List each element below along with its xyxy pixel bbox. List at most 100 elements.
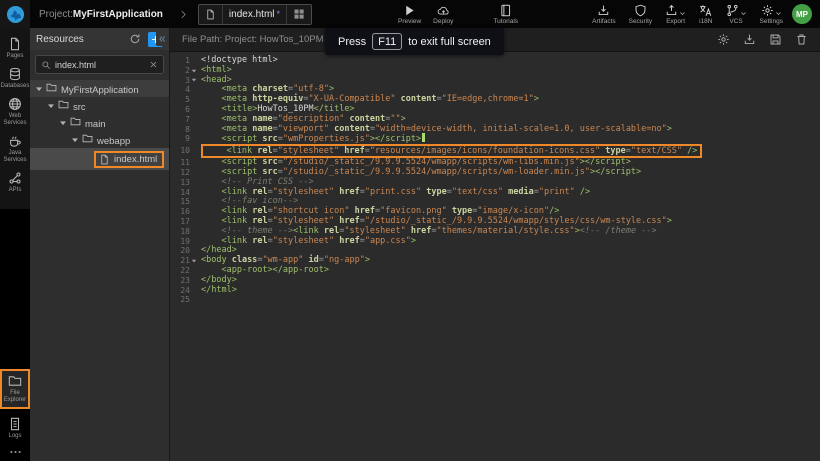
i18n-button[interactable]: i18N <box>695 0 716 28</box>
code-line[interactable]: 24</html> <box>170 286 820 296</box>
line-number: 24 <box>170 286 190 296</box>
sidebar-item-java-services[interactable]: Java Services <box>0 130 30 167</box>
app-logo[interactable] <box>0 0 30 28</box>
search-value: index.html <box>55 60 149 70</box>
coffee-icon <box>8 134 22 148</box>
save-file-icon[interactable] <box>769 33 782 46</box>
caret-down-icon <box>59 119 67 127</box>
line-number: 4 <box>170 85 190 95</box>
sidebar-item-apis[interactable]: APIs <box>0 167 30 197</box>
caret-down-icon <box>191 77 197 83</box>
tab-file-name: index.html <box>229 9 275 20</box>
line-number: 21 <box>170 256 190 266</box>
sidebar-item-file-explorer[interactable]: File Explorer <box>0 369 30 409</box>
resources-header: Resources <box>30 28 169 50</box>
preview-button[interactable]: Preview <box>394 0 425 28</box>
line-number: 1 <box>170 56 190 66</box>
line-number: 2 <box>170 66 190 76</box>
code-line[interactable]: 1<!doctype html> <box>170 56 820 66</box>
code-line[interactable]: 19 <link rel="stylesheet" href="app.css"… <box>170 237 820 247</box>
collapse-panel-button[interactable] <box>156 31 168 46</box>
line-number: 22 <box>170 266 190 276</box>
code-editor[interactable]: 1<!doctype html>2<html>3<head>4 <meta ch… <box>170 52 820 461</box>
line-number: 10 <box>170 146 190 156</box>
tree-node-label: MyFirstApplication <box>61 85 139 96</box>
logs-label: Logs <box>8 433 21 440</box>
toast-text-post: to exit full screen <box>408 36 491 48</box>
caret-down-icon <box>47 102 55 110</box>
tree-node-webapp[interactable]: webapp <box>30 131 169 148</box>
export-button[interactable]: Export <box>661 0 690 28</box>
sidebar-bottom-items: File Explorer Logs <box>0 369 30 459</box>
resources-title: Resources <box>36 34 84 45</box>
artifacts-button[interactable]: Artifacts <box>588 0 619 28</box>
sidebar-more-button[interactable] <box>0 443 30 459</box>
code-line[interactable]: 23</body> <box>170 276 820 286</box>
resources-search-row: index.html <box>30 50 169 80</box>
fold-slot[interactable] <box>190 77 198 83</box>
user-avatar[interactable]: MP <box>792 4 812 24</box>
fold-slot[interactable] <box>190 68 198 74</box>
caret-down-icon <box>191 258 197 264</box>
security-button[interactable]: Security <box>625 0 656 28</box>
code-line[interactable]: 22 <app-root></app-root> <box>170 266 820 276</box>
line-number: 14 <box>170 188 190 198</box>
line-number: 20 <box>170 246 190 256</box>
tree-node-main[interactable]: main <box>30 114 169 131</box>
sidebar-top-items: PagesDatabasesWeb ServicesJava ServicesA… <box>0 28 30 209</box>
line-number: 8 <box>170 125 190 135</box>
line-number: 16 <box>170 207 190 217</box>
deploy-button[interactable]: Deploy <box>429 0 457 28</box>
tree-node-label: webapp <box>97 136 130 147</box>
grid-view-icon[interactable] <box>293 8 305 20</box>
refresh-icon[interactable] <box>129 33 141 45</box>
download-file-icon[interactable] <box>743 33 756 46</box>
line-number: 9 <box>170 134 190 144</box>
file-tree: MyFirstApplication srcmain webapp index.htm… <box>30 80 169 170</box>
tree-node-src[interactable]: src <box>30 97 169 114</box>
folder-icon <box>46 82 57 93</box>
sidebar-item-databases[interactable]: Databases <box>0 63 30 93</box>
resources-panel: Resources index.html MyFirstApplication s… <box>30 28 170 461</box>
code-line[interactable]: 25 <box>170 295 820 305</box>
breadcrumb-chevron-icon <box>179 10 188 19</box>
editor-area: File Path: Project: HowTos_10PM > src/ma… <box>170 28 820 461</box>
code-line[interactable]: 9 <script src="wmProperties.js"></script… <box>170 134 820 144</box>
vcs-button[interactable]: VCS <box>722 0 751 28</box>
tutorials-button[interactable]: Tutorials <box>489 0 522 28</box>
file-icon <box>99 154 110 165</box>
doc-lines-icon <box>8 417 22 431</box>
settings-button[interactable]: Settings <box>756 0 788 28</box>
wavemaker-logo-icon <box>6 5 25 24</box>
cloud-up-icon <box>437 4 450 17</box>
artifacts-label: Artifacts <box>592 18 615 25</box>
top-bar: Project:MyFirstApplication index.html* P… <box>0 0 820 28</box>
more-dots-icon <box>9 449 22 455</box>
f11-key-badge: F11 <box>372 33 402 50</box>
branch-icon <box>726 4 739 17</box>
delete-file-icon[interactable] <box>795 33 808 46</box>
api-icon <box>8 171 22 185</box>
fold-slot[interactable] <box>190 258 198 264</box>
settings-label: Settings <box>760 18 784 25</box>
clear-search-icon[interactable] <box>149 60 158 69</box>
security-label: Security <box>629 18 652 25</box>
sidebar-item-pages[interactable]: Pages <box>0 33 30 63</box>
folder-icon <box>58 99 69 110</box>
tree-node-label: src <box>73 102 86 113</box>
line-number: 18 <box>170 227 190 237</box>
chevron-down-icon <box>679 10 686 17</box>
sidebar-item-web-services[interactable]: Web Services <box>0 93 30 130</box>
editor-settings-icon[interactable] <box>717 33 730 46</box>
book-icon <box>499 4 512 17</box>
line-number: 17 <box>170 217 190 227</box>
search-input[interactable]: index.html <box>35 55 164 74</box>
tree-node-myfirstapplication[interactable]: MyFirstApplication <box>30 80 169 97</box>
annotation-highlight: index.html <box>94 151 164 168</box>
sidebar-item-logs[interactable]: Logs <box>0 413 30 443</box>
open-file-tab[interactable]: index.html* <box>198 4 312 25</box>
code-line[interactable]: 10 <link rel="stylesheet" href="resource… <box>170 144 820 158</box>
play-icon <box>403 4 416 17</box>
tree-node-index-html[interactable]: index.html <box>30 148 169 170</box>
code-line[interactable]: 2<html> <box>170 66 820 76</box>
